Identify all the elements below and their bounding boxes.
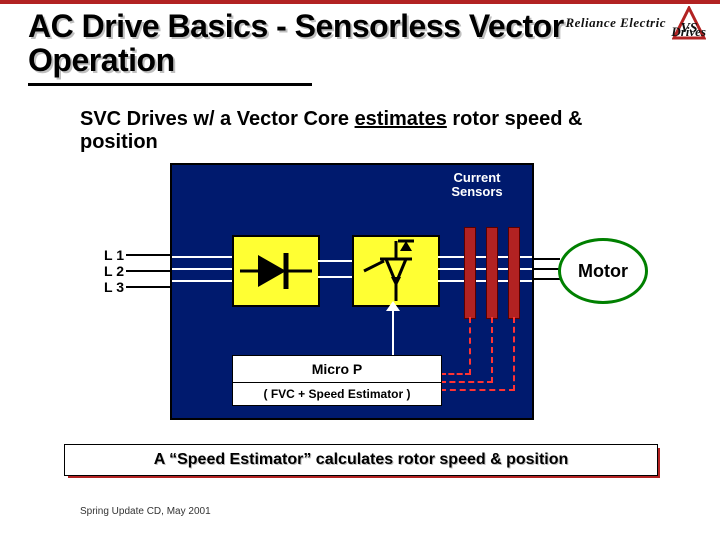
subtitle-pre: SVC Drives w/ a Vector Core [80, 108, 355, 130]
microp-to-inverter-line [392, 307, 394, 355]
micro-p-block: Micro P ( FVC + Speed Estimator ) [232, 355, 442, 406]
slide: Reliance Electric VS Drives AC Drive Bas… [0, 0, 720, 540]
arrow-up-icon [386, 301, 400, 311]
callout-face: A “Speed Estimator” calculates rotor spe… [64, 444, 658, 476]
page-title-text: AC Drive Basics - Sensorless Vector Oper… [28, 10, 688, 77]
current-sensor-2 [486, 227, 498, 319]
subtitle-underlined: estimates [355, 108, 447, 130]
motor-label: Motor [578, 261, 628, 282]
input-l2: L 2 [104, 263, 124, 279]
motor-line-3 [530, 278, 560, 280]
fb-line-h3 [440, 389, 515, 391]
current-sensor-3 [508, 227, 520, 319]
input-l3: L 3 [104, 279, 124, 295]
fb-line-v3 [513, 317, 515, 391]
top-divider [0, 0, 720, 4]
input-line-labels: L 1 L 2 L 3 [104, 247, 124, 295]
micro-p-subtitle: ( FVC + Speed Estimator ) [233, 383, 441, 405]
subtitle: SVC Drives w/ a Vector Core estimates ro… [80, 108, 660, 154]
callout-text: A “Speed Estimator” calculates rotor spe… [154, 451, 569, 469]
fb-line-h2 [440, 381, 493, 383]
title-underline [28, 83, 312, 86]
callout-bar: A “Speed Estimator” calculates rotor spe… [64, 444, 656, 474]
input-l1: L 1 [104, 247, 124, 263]
page-title: AC Drive Basics - Sensorless Vector Oper… [28, 10, 688, 77]
footer-text: Spring Update CD, May 2001 [80, 506, 211, 517]
fb-line-h1 [440, 373, 471, 375]
fb-line-v1 [469, 317, 471, 375]
motor-symbol: Motor [558, 238, 648, 304]
motor-line-1 [530, 258, 560, 260]
micro-p-title: Micro P [233, 356, 441, 383]
fb-line-v2 [491, 317, 493, 383]
drive-diagram-panel: Current Sensors [170, 163, 534, 420]
current-sensor-1 [464, 227, 476, 319]
motor-line-2 [530, 268, 560, 270]
